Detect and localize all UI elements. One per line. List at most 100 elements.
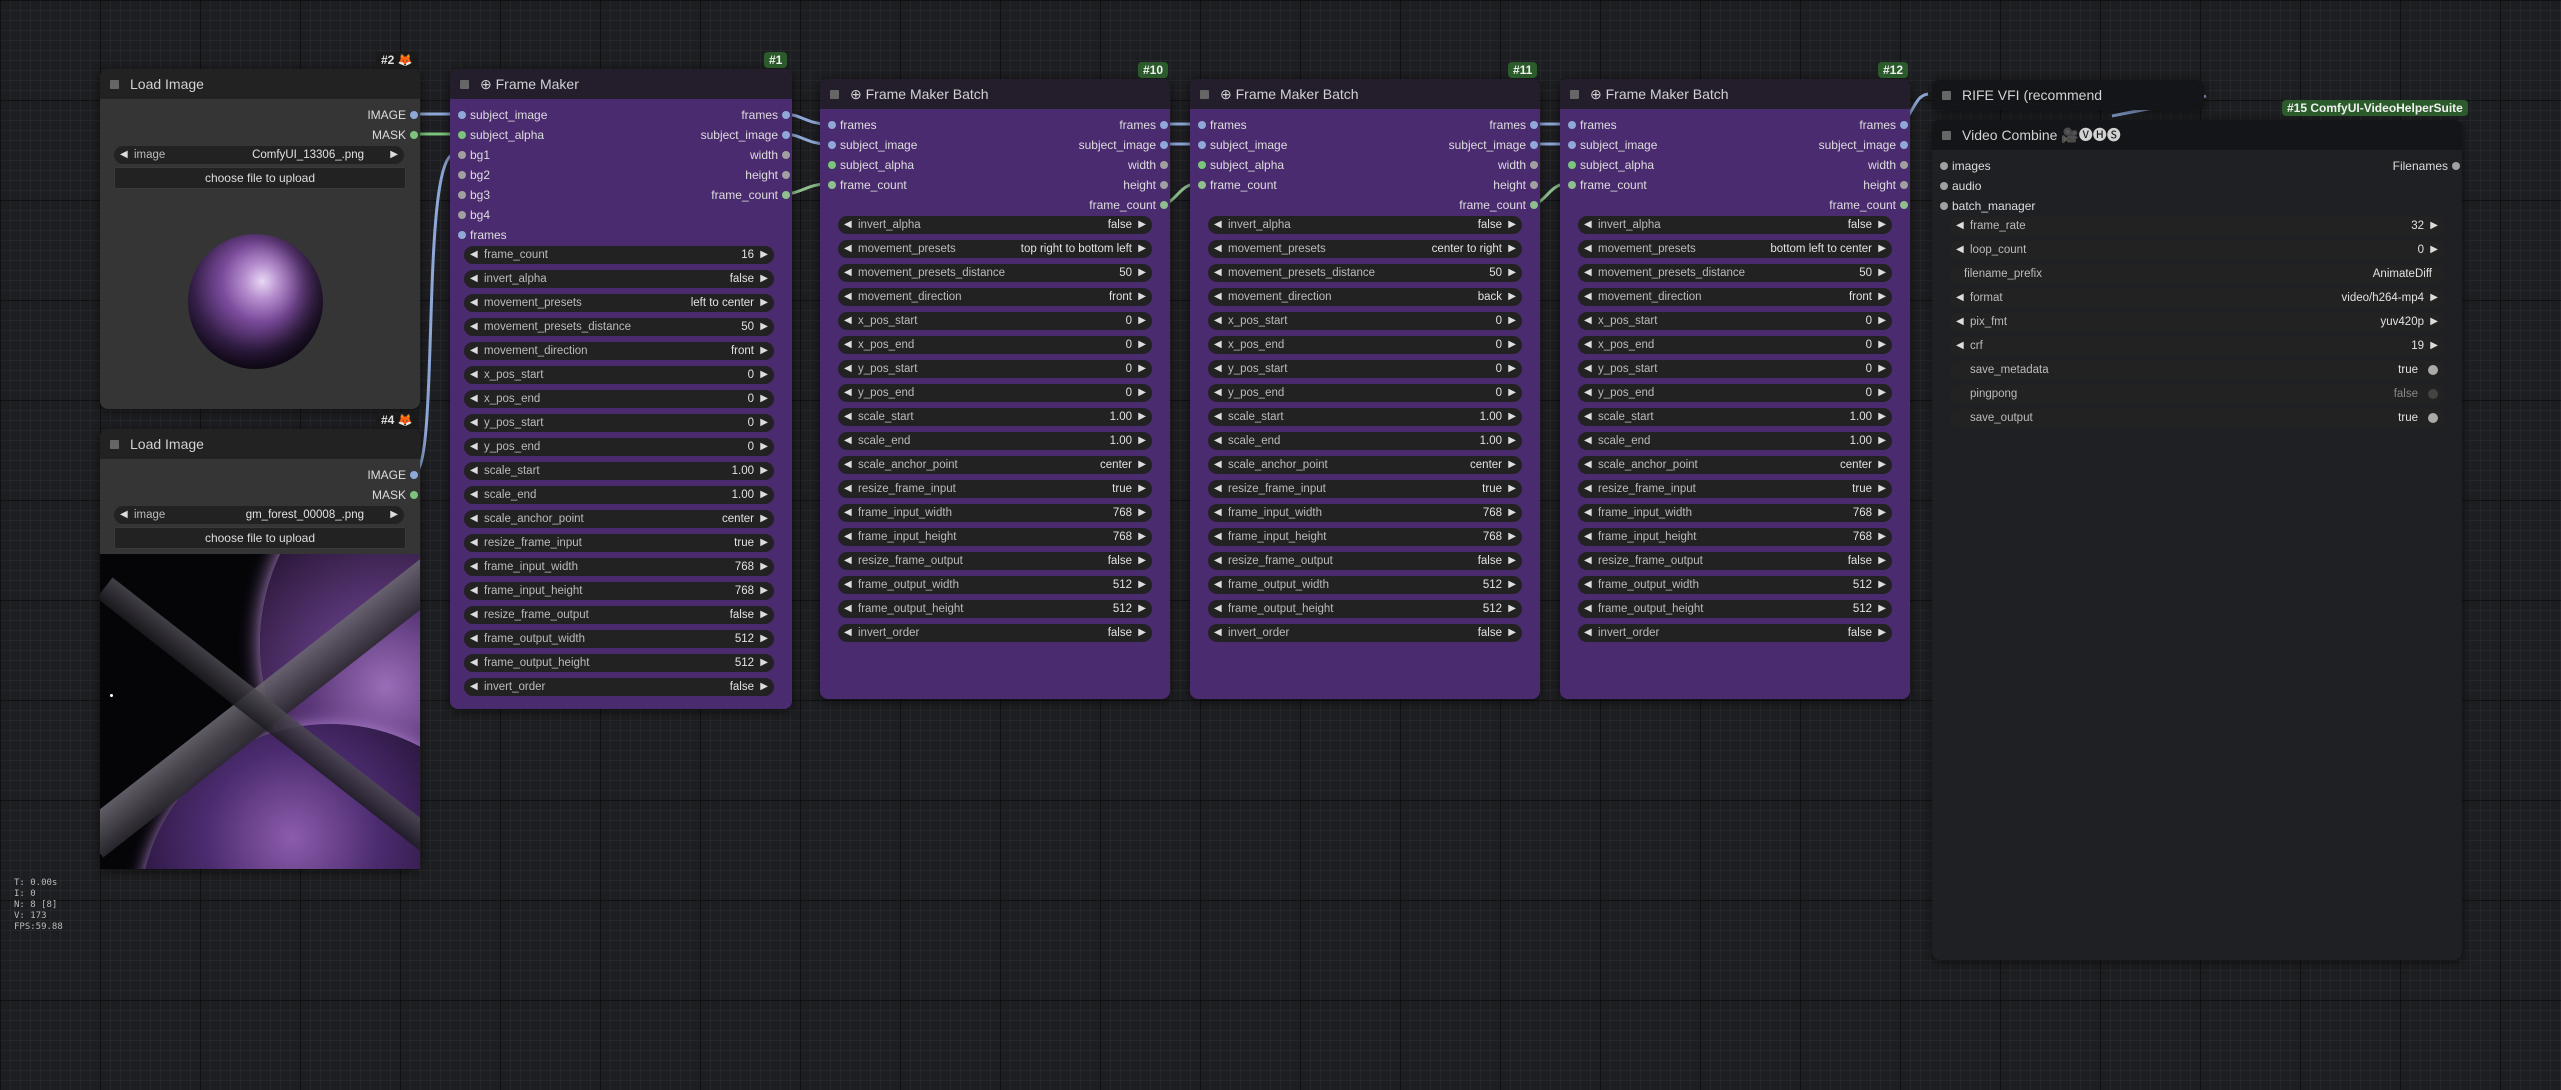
arrow-right-icon[interactable]: ▶ bbox=[760, 246, 768, 264]
widget-movement-presets-distance[interactable]: ◀ movement_presets_distance 50 ▶ bbox=[1578, 264, 1892, 282]
arrow-right-icon[interactable]: ▶ bbox=[1508, 360, 1516, 378]
node-title-bar[interactable]: ⊕ Frame Maker Batch bbox=[1560, 79, 1910, 109]
arrow-right-icon[interactable]: ▶ bbox=[1138, 408, 1146, 426]
arrow-right-icon[interactable]: ▶ bbox=[1138, 432, 1146, 450]
input-audio[interactable]: audio bbox=[1940, 177, 1981, 195]
arrow-left-icon[interactable]: ◀ bbox=[1214, 528, 1222, 546]
arrow-right-icon[interactable]: ▶ bbox=[1508, 456, 1516, 474]
widget-y-pos-start[interactable]: ◀ y_pos_start 0 ▶ bbox=[838, 360, 1152, 378]
arrow-right-icon[interactable]: ▶ bbox=[1878, 408, 1886, 426]
arrow-left-icon[interactable]: ◀ bbox=[1214, 240, 1222, 258]
input-images[interactable]: images bbox=[1940, 157, 1991, 175]
widget-y-pos-end[interactable]: ◀ y_pos_end 0 ▶ bbox=[838, 384, 1152, 402]
widget-scale-end[interactable]: ◀ scale_end 1.00 ▶ bbox=[1208, 432, 1522, 450]
arrow-left-icon[interactable]: ◀ bbox=[470, 438, 478, 456]
arrow-right-icon[interactable]: ▶ bbox=[1878, 528, 1886, 546]
widget-pingpong[interactable]: pingpong false bbox=[1950, 385, 2444, 403]
arrow-right-icon[interactable]: ▶ bbox=[1878, 576, 1886, 594]
input-subject-image[interactable]: subject_image bbox=[458, 106, 547, 124]
arrow-right-icon[interactable]: ▶ bbox=[760, 270, 768, 288]
widget-movement-presets-distance[interactable]: ◀ movement_presets_distance 50 ▶ bbox=[1208, 264, 1522, 282]
node-title-bar[interactable]: Load Image bbox=[100, 429, 420, 459]
input-slot-dot[interactable] bbox=[1568, 181, 1576, 189]
widget-y-pos-end[interactable]: ◀ y_pos_end 0 ▶ bbox=[1578, 384, 1892, 402]
arrow-right-icon[interactable]: ▶ bbox=[1508, 288, 1516, 306]
input-slot-dot[interactable] bbox=[1198, 181, 1206, 189]
input-subject-alpha[interactable]: subject_alpha bbox=[1568, 156, 1654, 174]
output-slot-dot[interactable] bbox=[782, 151, 790, 159]
arrow-right-icon[interactable]: ▶ bbox=[1508, 600, 1516, 618]
output-slot-dot[interactable] bbox=[1900, 181, 1908, 189]
output-slot-dot[interactable] bbox=[782, 171, 790, 179]
widget-invert-order[interactable]: ◀ invert_order false ▶ bbox=[464, 678, 774, 696]
arrow-right-icon[interactable]: ▶ bbox=[1508, 216, 1516, 234]
arrow-right-icon[interactable]: ▶ bbox=[2430, 313, 2438, 331]
arrow-right-icon[interactable]: ▶ bbox=[1878, 360, 1886, 378]
upload-button[interactable]: choose file to upload bbox=[114, 167, 406, 189]
input-subject-image[interactable]: subject_image bbox=[1568, 136, 1657, 154]
widget-frame-input-height[interactable]: ◀ frame_input_height 768 ▶ bbox=[1208, 528, 1522, 546]
collapse-icon[interactable] bbox=[830, 90, 839, 99]
widget-scale-start[interactable]: ◀ scale_start 1.00 ▶ bbox=[464, 462, 774, 480]
output-height[interactable]: height bbox=[745, 166, 790, 184]
widget-y-pos-end[interactable]: ◀ y_pos_end 0 ▶ bbox=[464, 438, 774, 456]
widget-frame-output-width[interactable]: ◀ frame_output_width 512 ▶ bbox=[1578, 576, 1892, 594]
widget-frame-rate[interactable]: ◀ frame_rate 32 ▶ bbox=[1950, 217, 2444, 235]
arrow-right-icon[interactable]: ▶ bbox=[2430, 217, 2438, 235]
arrow-right-icon[interactable]: ▶ bbox=[1508, 240, 1516, 258]
widget-invert-alpha[interactable]: ◀ invert_alpha false ▶ bbox=[1578, 216, 1892, 234]
image-select[interactable]: ◀ image ComfyUI_13306_.png ▶ bbox=[114, 146, 404, 164]
widget-loop-count[interactable]: ◀ loop_count 0 ▶ bbox=[1950, 241, 2444, 259]
output-slot-dot[interactable] bbox=[1900, 121, 1908, 129]
arrow-right-icon[interactable]: ▶ bbox=[1138, 264, 1146, 282]
input-slot-dot[interactable] bbox=[828, 181, 836, 189]
widget-resize-frame-input[interactable]: ◀ resize_frame_input true ▶ bbox=[464, 534, 774, 552]
arrow-right-icon[interactable]: ▶ bbox=[760, 486, 768, 504]
arrow-left-icon[interactable]: ◀ bbox=[1214, 600, 1222, 618]
arrow-right-icon[interactable]: ▶ bbox=[2430, 241, 2438, 259]
input-slot-dot[interactable] bbox=[828, 161, 836, 169]
output-slot-dot[interactable] bbox=[1530, 201, 1538, 209]
arrow-right-icon[interactable]: ▶ bbox=[760, 294, 768, 312]
arrow-right-icon[interactable]: ▶ bbox=[760, 390, 768, 408]
arrow-right-icon[interactable]: ▶ bbox=[1138, 576, 1146, 594]
arrow-left-icon[interactable]: ◀ bbox=[1584, 456, 1592, 474]
widget-frame-input-height[interactable]: ◀ frame_input_height 768 ▶ bbox=[464, 582, 774, 600]
input-frame-count[interactable]: frame_count bbox=[1568, 176, 1647, 194]
arrow-right-icon[interactable]: ▶ bbox=[760, 534, 768, 552]
widget-movement-presets[interactable]: ◀ movement_presets center to right ▶ bbox=[1208, 240, 1522, 258]
widget-movement-presets[interactable]: ◀ movement_presets top right to bottom lef… bbox=[838, 240, 1152, 258]
collapse-icon[interactable] bbox=[1942, 91, 1951, 100]
widget-movement-presets[interactable]: ◀ movement_presets left to center ▶ bbox=[464, 294, 774, 312]
input-slot-dot[interactable] bbox=[458, 111, 466, 119]
output-subject-image[interactable]: subject_image bbox=[1449, 136, 1538, 154]
arrow-left-icon[interactable]: ◀ bbox=[1214, 216, 1222, 234]
arrow-left-icon[interactable]: ◀ bbox=[1214, 336, 1222, 354]
arrow-left-icon[interactable]: ◀ bbox=[844, 552, 852, 570]
output-slot-dot[interactable] bbox=[1530, 161, 1538, 169]
arrow-left-icon[interactable]: ◀ bbox=[844, 360, 852, 378]
output-frame-count[interactable]: frame_count bbox=[1089, 196, 1168, 214]
output-frames[interactable]: frames bbox=[1119, 116, 1168, 134]
widget-frame-input-width[interactable]: ◀ frame_input_width 768 ▶ bbox=[1208, 504, 1522, 522]
arrow-left-icon[interactable]: ◀ bbox=[1584, 336, 1592, 354]
arrow-left-icon[interactable]: ◀ bbox=[470, 366, 478, 384]
arrow-left-icon[interactable]: ◀ bbox=[1214, 408, 1222, 426]
input-slot-dot[interactable] bbox=[1568, 161, 1576, 169]
widget-x-pos-end[interactable]: ◀ x_pos_end 0 ▶ bbox=[1208, 336, 1522, 354]
input-bg3[interactable]: bg3 bbox=[458, 186, 490, 204]
arrow-right-icon[interactable]: ▶ bbox=[1508, 432, 1516, 450]
widget-frame-output-height[interactable]: ◀ frame_output_height 512 ▶ bbox=[838, 600, 1152, 618]
output-slot-dot[interactable] bbox=[782, 111, 790, 119]
arrow-left-icon[interactable]: ◀ bbox=[844, 264, 852, 282]
output-slot-dot[interactable] bbox=[1160, 141, 1168, 149]
node-title-bar[interactable]: Video Combine 🎥🅥🅗🅢 bbox=[1932, 120, 2462, 150]
input-slot-dot[interactable] bbox=[1568, 121, 1576, 129]
arrow-right-icon[interactable]: ▶ bbox=[760, 414, 768, 432]
arrow-left-icon[interactable]: ◀ bbox=[470, 246, 478, 264]
arrow-left-icon[interactable]: ◀ bbox=[1214, 552, 1222, 570]
arrow-left-icon[interactable]: ◀ bbox=[470, 654, 478, 672]
arrow-right-icon[interactable]: ▶ bbox=[760, 342, 768, 360]
input-slot-dot[interactable] bbox=[1198, 141, 1206, 149]
input-slot-dot[interactable] bbox=[1198, 121, 1206, 129]
